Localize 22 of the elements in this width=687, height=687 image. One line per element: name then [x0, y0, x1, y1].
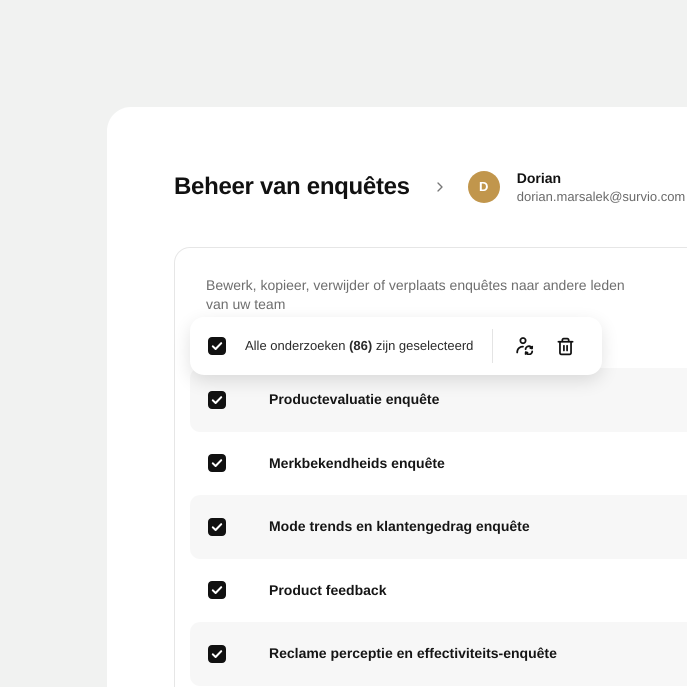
survey-title: Merkbekendheids enquête	[269, 454, 445, 473]
trash-icon[interactable]	[556, 336, 575, 356]
selection-count-text: Alle onderzoeken (86) zijn geselecteerd	[245, 337, 474, 356]
checkbox[interactable]	[208, 518, 226, 536]
survey-title: Product feedback	[269, 580, 386, 600]
checkbox[interactable]	[208, 337, 226, 355]
user-email: dorian.marsalek@survio.com	[516, 188, 686, 206]
survey-title: Mode trends en klantengedrag enquête	[269, 517, 530, 536]
user-avatar: D	[468, 171, 500, 203]
panel-description: Bewerk, kopieer, verwijder of verplaats enquêtes naar andere leden van uw team	[206, 276, 626, 314]
survey-title: Reclame perceptie en effectiviteits-enquête	[269, 644, 557, 664]
user-name: Dorian	[516, 168, 562, 186]
checkbox[interactable]	[208, 454, 226, 472]
user-swap-icon[interactable]	[516, 337, 534, 355]
survey-title: Productevaluatie enquête	[269, 390, 440, 410]
checkbox[interactable]	[208, 390, 226, 409]
survey-row[interactable]: Productevaluatie enquête	[190, 368, 687, 432]
page-title: Beheer van enquêtes	[174, 172, 410, 202]
checkbox[interactable]	[208, 644, 226, 663]
survey-row[interactable]: Mode trends en klantengedrag enquête	[190, 495, 687, 558]
survey-row[interactable]: Reclame perceptie en effectiviteits-enquête	[190, 622, 687, 686]
checkbox[interactable]	[208, 581, 226, 600]
